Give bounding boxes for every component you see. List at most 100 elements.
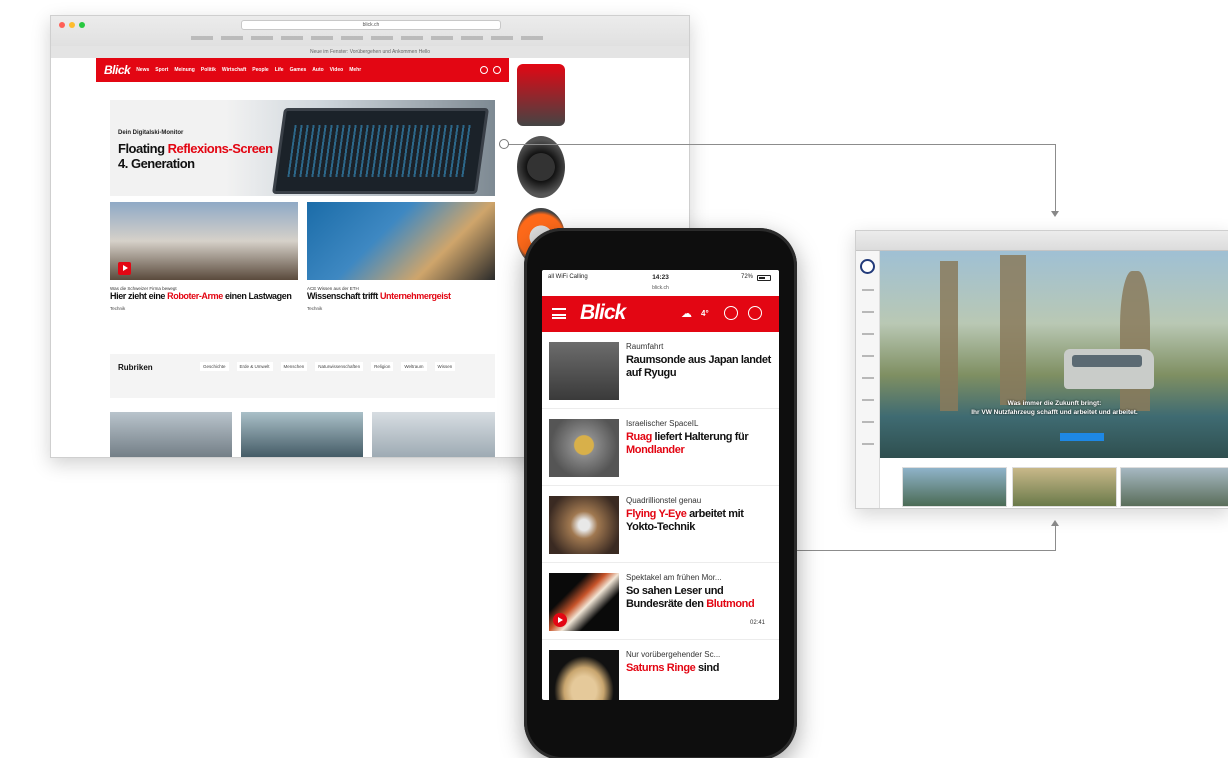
nav-item[interactable]: Meinung [174, 67, 195, 73]
rubriken-title: Rubriken [118, 363, 153, 372]
vw-browser-window: Was immer die Zukunft bringt: Ihr VW Nut… [855, 230, 1228, 509]
article-image [549, 342, 619, 400]
vehicle-thumbnail[interactable] [1012, 467, 1117, 507]
headline-highlight: Blutmond [706, 598, 755, 610]
info-bar: Neue im Fenster: Vorübergehen und Ankomm… [51, 46, 689, 58]
headline-line: Was immer die Zukunft bringt: [1007, 400, 1102, 407]
rubrik-link[interactable]: Religion [371, 362, 394, 371]
arrow-down-icon [1051, 211, 1059, 217]
address-bar[interactable]: blick.ch [241, 20, 501, 30]
connector-line [508, 144, 1056, 145]
nav-item[interactable]: Sport [155, 67, 168, 73]
weather-icon[interactable]: ☁ [681, 307, 692, 320]
nav-item[interactable]: News [136, 67, 149, 73]
menu-icon[interactable] [862, 311, 874, 313]
hero-ad[interactable]: Dein Digitalski-Monitor Floating Reflexi… [110, 100, 495, 196]
blick-logo[interactable]: Blick [580, 301, 626, 325]
vehicle-thumbnail[interactable] [902, 467, 1007, 507]
title-highlight: Unternehmergeist [379, 291, 451, 301]
article-kicker: Spektakel am frühen Mor... [626, 573, 722, 582]
rubrik-link[interactable]: Geschichte [200, 362, 229, 371]
headline-highlight: Saturns Ringe [626, 662, 696, 674]
menu-icon[interactable] [862, 355, 874, 357]
list-item[interactable]: Nur vorübergehender Sc... Saturns Ringe … [542, 640, 779, 700]
nav-item[interactable]: Wirtschaft [222, 67, 246, 73]
hero-title-part: 4. Generation [118, 156, 195, 171]
teaser-card[interactable]: Was die Schweizer Firma bewegt Hier zieh… [110, 202, 298, 311]
maximize-icon[interactable] [79, 22, 85, 28]
title-part: einen Lastwagen [222, 291, 292, 301]
close-icon[interactable] [59, 22, 65, 28]
menu-icon[interactable] [862, 377, 874, 379]
favorites-bar[interactable] [191, 36, 551, 40]
thumbnail[interactable] [372, 412, 495, 457]
thumbnail[interactable] [241, 412, 363, 457]
scene-element [1000, 255, 1026, 405]
rubrik-link[interactable]: Weltraum [401, 362, 427, 371]
nav-item[interactable]: Auto [312, 67, 323, 73]
hero-title-highlight: Reflexions-Screen [167, 141, 273, 156]
headline-part: sind [695, 662, 720, 674]
headline-part: Raumsonde aus Japan landet auf Ryugu [626, 354, 771, 379]
menu-icon[interactable] [862, 333, 874, 335]
title-part: Wissenschaft trifft [307, 291, 380, 301]
connector-line [768, 550, 1056, 551]
tablet-image [271, 108, 490, 194]
minimize-icon[interactable] [69, 22, 75, 28]
vw-logo-icon[interactable] [860, 259, 875, 274]
blick-desktop-page: Blick News Sport Meinung Politik Wirtsch… [96, 58, 509, 457]
connector-line [1055, 526, 1056, 551]
nav-item[interactable]: Video [330, 67, 344, 73]
hero-title: Floating Reflexions-Screen 4. Generation [118, 141, 298, 171]
vehicle-thumbnail[interactable] [1120, 467, 1228, 507]
rubrik-link[interactable]: Erde & Umwelt [236, 362, 273, 371]
nav-item[interactable]: Life [275, 67, 284, 73]
blick-logo[interactable]: Blick [104, 63, 131, 77]
phone-holder-ad[interactable] [517, 64, 565, 126]
article-headline: Raumsonde aus Japan landet auf Ryugu [626, 354, 774, 380]
article-headline: Flying Y-Eye arbeitet mit Yokto-Technik [626, 508, 774, 534]
mobile-header: Blick ☁ 4° [542, 296, 779, 332]
rubrik-link[interactable]: Wissen [434, 362, 456, 371]
mobile-url[interactable]: blick.ch [542, 285, 779, 291]
cta-button[interactable] [1060, 433, 1104, 441]
rubrik-link[interactable]: Menschen [280, 362, 308, 371]
title-part: Hier zieht eine [110, 291, 168, 301]
menu-icon[interactable] [862, 399, 874, 401]
mockup-stage: blick.ch Neue im Fenster: Vorübergehen u… [0, 0, 1228, 758]
menu-icon[interactable] [862, 443, 874, 445]
list-item[interactable]: Raumfahrt Raumsonde aus Japan landet auf… [542, 332, 779, 409]
main-navigation: Blick News Sport Meinung Politik Wirtsch… [96, 58, 509, 82]
connector-line [1055, 144, 1056, 212]
teaser-image [307, 202, 495, 280]
browser-chrome [856, 231, 1228, 251]
nav-item[interactable]: Games [290, 67, 307, 73]
vw-hero-image[interactable]: Was immer die Zukunft bringt: Ihr VW Nut… [880, 251, 1228, 458]
video-play-icon[interactable] [118, 262, 131, 275]
watch-ad[interactable] [517, 136, 565, 198]
list-item[interactable]: Quadrillionstel genau Flying Y-Eye arbei… [542, 486, 779, 563]
nav-item[interactable]: Mehr [349, 67, 361, 73]
search-icon[interactable] [724, 306, 738, 320]
hamburger-menu-icon[interactable] [552, 308, 566, 319]
user-icon[interactable] [748, 306, 762, 320]
nav-item[interactable]: People [252, 67, 268, 73]
rubrik-link[interactable]: Naturwissenschaften [315, 362, 364, 371]
list-item[interactable]: Israelischer SpaceIL Ruag liefert Halter… [542, 409, 779, 486]
nav-item[interactable]: Politik [201, 67, 216, 73]
thumbnail[interactable] [110, 412, 232, 457]
list-item[interactable]: Spektakel am frühen Mor... So sahen Lese… [542, 563, 779, 640]
search-icon[interactable] [480, 66, 488, 74]
headline-line: Ihr VW Nutzfahrzeug schafft und arbeitet… [971, 409, 1138, 416]
video-play-icon[interactable] [553, 613, 567, 627]
article-image [549, 573, 619, 631]
teaser-title: Wissenschaft trifft Unternehmergeist [307, 291, 495, 302]
vw-van-image [1064, 349, 1154, 389]
window-controls[interactable] [59, 22, 85, 28]
menu-icon[interactable] [862, 289, 874, 291]
menu-icon[interactable] [862, 421, 874, 423]
teaser-title: Hier zieht eine Roboter-Arme einen Lastw… [110, 291, 298, 302]
headline-part: liefert Halterung für [651, 431, 749, 443]
user-icon[interactable] [493, 66, 501, 74]
teaser-card[interactable]: ACE Wissen aus der ETH Wissenschaft trif… [307, 202, 495, 311]
